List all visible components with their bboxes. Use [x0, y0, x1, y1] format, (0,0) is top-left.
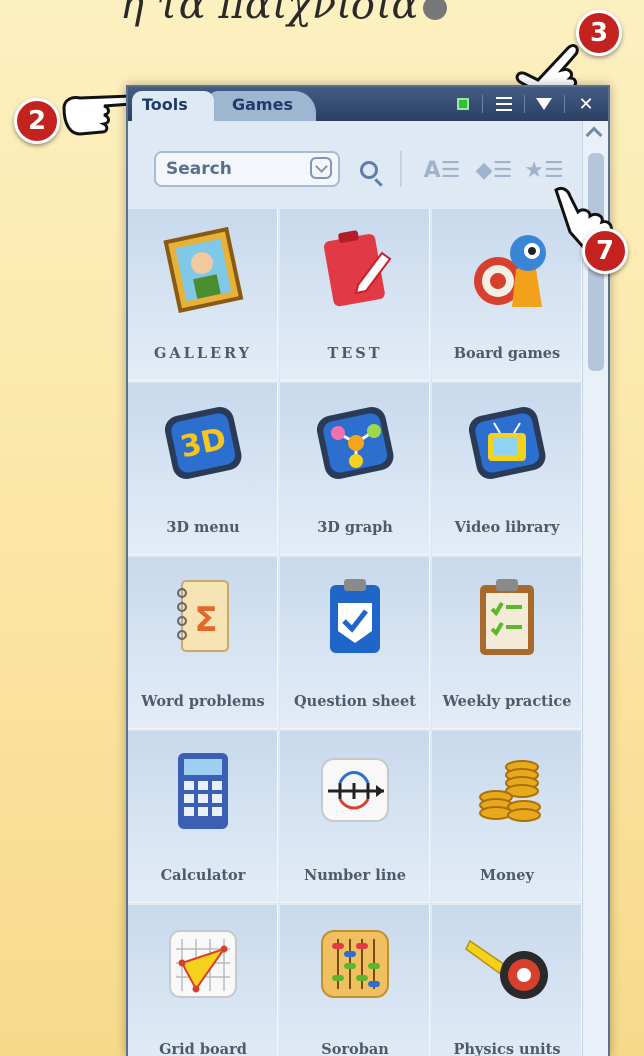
callout-3: 3: [576, 10, 622, 56]
tab-games[interactable]: Games: [208, 91, 316, 121]
close-icon[interactable]: ✕: [574, 93, 598, 115]
green-square-icon[interactable]: [451, 93, 475, 115]
callout-2: 2: [14, 98, 60, 144]
bullet-dot-icon: [422, 0, 447, 20]
tool-label: Word problems: [141, 693, 265, 710]
tool-label: Number line: [304, 867, 406, 884]
weekly-practice-checklist-icon: [480, 579, 534, 655]
sort-diamond-icon[interactable]: ◆☰: [474, 155, 514, 185]
tool-item-3d-graph[interactable]: 3D graph: [280, 383, 430, 555]
grid-board-triangle-icon: [169, 930, 237, 998]
tool-label: Weekly practice: [442, 693, 572, 710]
scroll-up-icon[interactable]: [585, 126, 603, 144]
chevron-down-icon[interactable]: [310, 157, 332, 179]
panel-toolbar: Search A☰ ◆☰ ★☰: [128, 121, 582, 207]
tool-label: Board games: [453, 345, 561, 362]
panel-titlebar: Games Tools ✕: [128, 87, 608, 121]
tool-item-grid-board[interactable]: Grid board: [128, 905, 278, 1056]
tool-item-calculator[interactable]: Calculator: [128, 731, 278, 903]
tool-label: Money: [480, 867, 534, 884]
favorites-star-icon[interactable]: ★☰: [524, 155, 564, 185]
gallery-portrait-icon: [163, 226, 244, 313]
titlebar-separator: [564, 95, 565, 113]
money-coins-icon: [479, 760, 541, 822]
tool-label: Video library: [454, 519, 560, 536]
titlebar-separator: [482, 95, 483, 113]
svg-text:Σ: Σ: [194, 600, 217, 640]
video-library-tv-icon: [468, 407, 546, 479]
tool-item-3d-menu[interactable]: 3D 3D menu: [128, 383, 278, 555]
tab-tools[interactable]: Tools: [132, 91, 214, 121]
tool-item-soroban[interactable]: Soroban: [280, 905, 430, 1056]
tool-label: Physics units: [453, 1041, 561, 1056]
tool-label: 3D menu: [166, 519, 240, 536]
test-clipboard-pen-icon: [323, 230, 392, 307]
tool-item-question-sheet[interactable]: Question sheet: [280, 557, 430, 729]
tool-label: Soroban: [321, 1041, 389, 1056]
page-heading: ή τα παιχνίδια: [120, 0, 447, 28]
tool-item-money[interactable]: Money: [432, 731, 582, 903]
tool-label: 3D graph: [317, 519, 393, 536]
number-line-icon: [321, 758, 389, 822]
tool-item-gallery[interactable]: GALLERY: [128, 209, 278, 381]
tool-item-weekly-practice[interactable]: Weekly practice: [432, 557, 582, 729]
tool-item-number-line[interactable]: Number line: [280, 731, 430, 903]
3d-graph-icon: [316, 407, 394, 479]
tool-item-video-library[interactable]: Video library: [432, 383, 582, 555]
toolbar-separator: [400, 151, 402, 187]
board-games-target-icon: [474, 235, 546, 307]
sort-alpha-icon[interactable]: A☰: [422, 155, 462, 185]
word-problems-notebook-icon: Σ: [177, 580, 229, 652]
calculator-icon: [178, 753, 228, 829]
tool-label: Grid board: [159, 1041, 247, 1056]
dropdown-triangle-icon[interactable]: [532, 93, 556, 115]
tool-label: Calculator: [160, 867, 246, 884]
tool-item-word-problems[interactable]: Σ Word problems: [128, 557, 278, 729]
search-magnifier-icon[interactable]: [354, 155, 384, 185]
tool-label: TEST: [327, 345, 383, 362]
tool-label: Question sheet: [294, 693, 416, 710]
search-input[interactable]: Search: [154, 151, 340, 187]
tools-panel: Games Tools ✕ Search A☰ ◆☰ ★☰ GALLERY TE…: [126, 85, 610, 1056]
soroban-abacus-icon: [321, 930, 389, 998]
3d-menu-icon: 3D: [164, 407, 242, 479]
tool-item-physics-units[interactable]: Physics units: [432, 905, 582, 1056]
tool-item-test[interactable]: TEST: [280, 209, 430, 381]
list-icon[interactable]: [492, 93, 516, 115]
tool-label: GALLERY: [153, 345, 253, 362]
titlebar-separator: [524, 95, 525, 113]
physics-units-tape-measure-icon: [465, 939, 548, 999]
question-sheet-clipboard-icon: [330, 579, 380, 653]
callout-7: 7: [582, 228, 628, 274]
